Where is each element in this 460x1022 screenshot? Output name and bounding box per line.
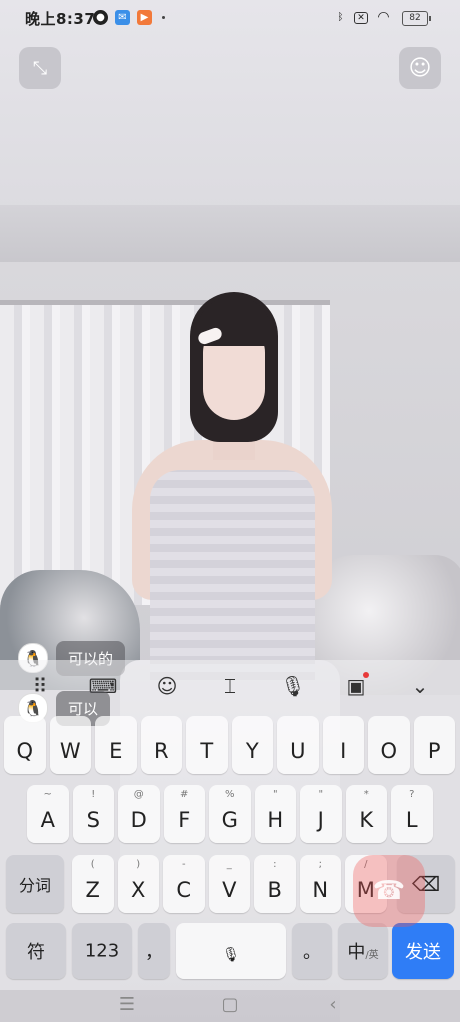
key-l[interactable]: ? L bbox=[391, 785, 433, 843]
key-label: A bbox=[40, 808, 55, 832]
key-c[interactable]: -C bbox=[163, 855, 205, 913]
key-label: N bbox=[312, 878, 329, 902]
key-secondary-label: ; bbox=[318, 859, 322, 870]
mic-icon[interactable]: 🎙 bbox=[278, 672, 308, 700]
key-n[interactable]: ; N bbox=[299, 855, 341, 913]
battery-icon: 82 bbox=[402, 11, 431, 26]
minimize-button[interactable]: ⤡ bbox=[19, 47, 61, 89]
key-k[interactable]: * K bbox=[345, 785, 387, 843]
key-o[interactable]: O bbox=[368, 716, 410, 774]
segment-key[interactable]: 分词 bbox=[6, 855, 64, 913]
qq-icon: ● bbox=[93, 10, 108, 25]
key-j[interactable]: " J bbox=[300, 785, 342, 843]
key-s[interactable]: ! S bbox=[72, 785, 114, 843]
notification-dot-icon bbox=[162, 16, 165, 19]
key-d[interactable]: @ D bbox=[118, 785, 160, 843]
key-secondary-label: " bbox=[318, 789, 324, 800]
key-a[interactable]: ~ A bbox=[27, 785, 69, 843]
key-secondary-label: ) bbox=[136, 859, 141, 870]
key-b[interactable]: :B bbox=[254, 855, 296, 913]
key-label: R bbox=[153, 739, 169, 763]
mail-app-icon: ✉ bbox=[115, 10, 130, 25]
beauty-face-icon: ☺ bbox=[408, 55, 432, 81]
key-z[interactable]: (Z bbox=[72, 855, 114, 913]
key-label: V bbox=[222, 878, 237, 902]
hangup-button[interactable]: ☎ bbox=[353, 855, 425, 927]
bluetooth-icon: ᛒ bbox=[337, 12, 344, 23]
back-icon[interactable]: ‹ bbox=[321, 994, 345, 1015]
send-button[interactable]: 发送 bbox=[392, 923, 454, 979]
key-label: B bbox=[267, 878, 282, 902]
key-label: O bbox=[380, 739, 398, 763]
key-secondary-label: " bbox=[272, 789, 278, 800]
comma-key[interactable]: ， bbox=[138, 923, 170, 979]
symbol-key[interactable]: 符 bbox=[6, 923, 66, 979]
key-label: Q bbox=[16, 739, 34, 763]
key-secondary-label: ( bbox=[90, 859, 95, 870]
space-mic-icon: 🎙 bbox=[222, 947, 240, 963]
video-app-icon: ▶ bbox=[137, 10, 152, 25]
key-u[interactable]: U bbox=[277, 716, 319, 774]
key-label: G bbox=[221, 808, 238, 832]
key-r[interactable]: R bbox=[140, 716, 182, 774]
key-label: H bbox=[267, 808, 284, 832]
numbers-key[interactable]: 123 bbox=[72, 923, 132, 979]
key-secondary-label: * bbox=[363, 789, 369, 800]
key-label: T bbox=[200, 739, 214, 763]
collapse-icon[interactable]: ⌄ bbox=[405, 672, 435, 700]
key-secondary-label: ! bbox=[91, 789, 96, 800]
menu-icon[interactable]: ☰ bbox=[115, 994, 139, 1015]
key-label: U bbox=[290, 739, 306, 763]
key-label: X bbox=[131, 878, 146, 902]
key-q[interactable]: Q bbox=[4, 716, 46, 774]
key-label: K bbox=[359, 808, 374, 832]
hangup-icon: ☎ bbox=[372, 876, 406, 906]
key-secondary-label: % bbox=[224, 789, 235, 800]
beauty-effects-button[interactable]: ☺ bbox=[399, 47, 441, 89]
key-label: C bbox=[176, 878, 192, 902]
key-t[interactable]: T bbox=[186, 716, 228, 774]
cursor-icon[interactable]: ⌶ bbox=[215, 672, 245, 700]
key-p[interactable]: P bbox=[413, 716, 455, 774]
key-label: D bbox=[130, 808, 147, 832]
key-label: L bbox=[405, 808, 418, 832]
wifi-icon: ◠ bbox=[377, 9, 390, 25]
key-x[interactable]: ) X bbox=[117, 855, 159, 913]
navigation-bar: ☰ ▢ ‹ bbox=[0, 990, 460, 1022]
key-secondary-label: ~ bbox=[43, 789, 52, 800]
no-sim-icon: ✕ bbox=[354, 12, 368, 24]
key-g[interactable]: % G bbox=[209, 785, 251, 843]
key-label: Z bbox=[85, 878, 100, 902]
minimize-icon: ⤡ bbox=[32, 57, 48, 79]
toolbox-icon[interactable]: ▣ bbox=[341, 672, 371, 700]
key-label: W bbox=[59, 739, 81, 763]
language-toggle-key[interactable]: 中/英 bbox=[338, 923, 388, 979]
status-time: 晚上8:37 bbox=[25, 10, 96, 28]
key-i[interactable]: I bbox=[322, 716, 364, 774]
key-secondary-label: ? bbox=[409, 789, 415, 800]
home-icon[interactable]: ▢ bbox=[218, 994, 242, 1015]
key-h[interactable]: " H bbox=[254, 785, 296, 843]
key-w[interactable]: W bbox=[49, 716, 91, 774]
key-label: E bbox=[109, 739, 123, 763]
period-key[interactable]: 。 bbox=[292, 923, 332, 979]
key-e[interactable]: E bbox=[95, 716, 137, 774]
key-label: F bbox=[178, 808, 191, 832]
key-label: I bbox=[340, 739, 347, 763]
key-v[interactable]: _ V bbox=[208, 855, 250, 913]
emoji-icon[interactable]: ☺ bbox=[152, 672, 182, 700]
key-secondary-label: # bbox=[180, 789, 189, 800]
key-label: Y bbox=[245, 739, 259, 763]
key-label: S bbox=[86, 808, 100, 832]
key-secondary-label: : bbox=[273, 859, 277, 870]
key-secondary-label: - bbox=[181, 859, 186, 870]
key-secondary-label: _ bbox=[226, 859, 232, 870]
key-f[interactable]: # F bbox=[163, 785, 205, 843]
status-bar: 晚上8:37 ● ✉ ▶ ᛒ ✕ ◠ 82 bbox=[0, 0, 460, 36]
key-label: P bbox=[427, 739, 441, 763]
key-secondary-label: @ bbox=[133, 789, 144, 800]
key-label: J bbox=[317, 808, 324, 832]
space-key[interactable]: 🎙 bbox=[176, 923, 286, 979]
key-y[interactable]: Y bbox=[231, 716, 273, 774]
